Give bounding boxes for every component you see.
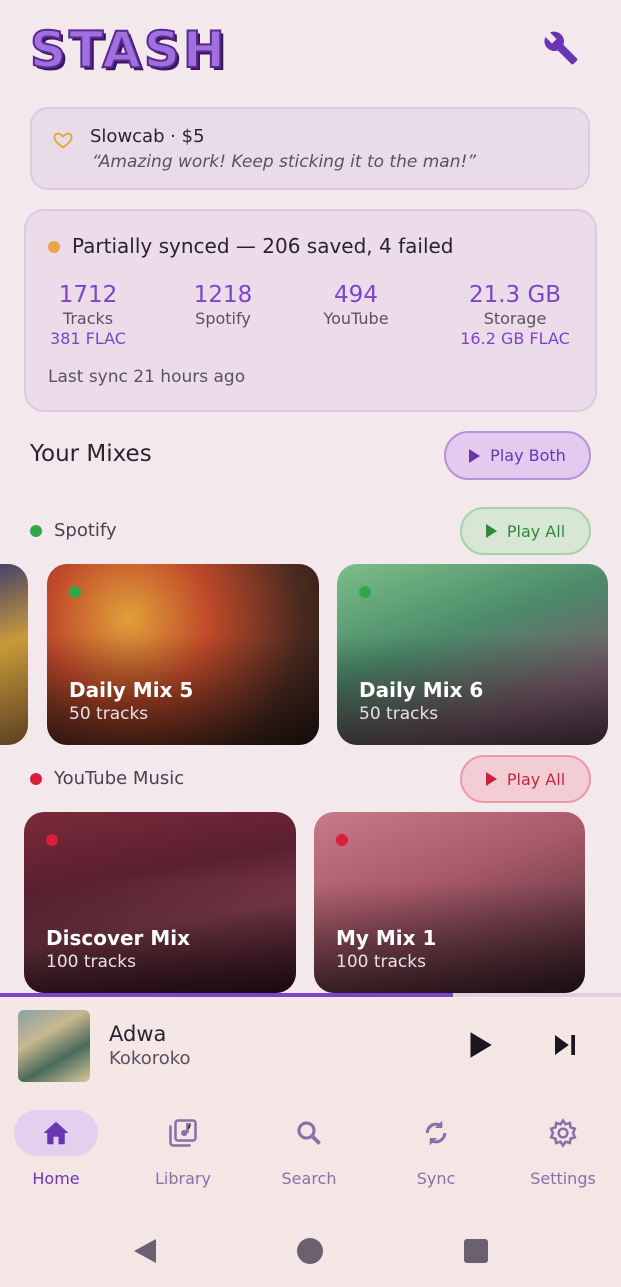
search-icon [297, 1121, 321, 1145]
mix-card-my-mix-1[interactable]: My Mix 1 100 tracks [314, 812, 585, 993]
stat-sub: 381 FLAC [50, 329, 126, 348]
stat-youtube: 494 YouTube [306, 281, 406, 329]
gear-icon [549, 1118, 577, 1148]
stat-sub: 16.2 GB FLAC [460, 329, 570, 348]
spotify-play-all-button[interactable]: Play All [460, 507, 591, 555]
stat-label: Spotify [195, 309, 251, 328]
nav-item-home[interactable]: Home [1, 1110, 111, 1190]
skip-next-icon [555, 1035, 575, 1055]
spotify-dot [359, 586, 371, 598]
nav-item-sync[interactable]: Sync [381, 1110, 491, 1190]
spotify-section-label: Spotify [54, 520, 117, 541]
play-icon [485, 524, 497, 538]
nav-label: Home [32, 1169, 80, 1188]
donor-message: “Amazing work! Keep sticking it to the m… [92, 152, 477, 172]
sync-status-text: Partially synced — 206 saved, 4 failed [72, 234, 454, 258]
stat-value: 1218 [193, 282, 253, 308]
now-playing-title: Adwa [109, 1022, 167, 1046]
nav-label: Sync [416, 1169, 456, 1188]
now-playing-artist: Kokoroko [109, 1048, 191, 1069]
stat-tracks: 1712 Tracks 381 FLAC [38, 281, 138, 349]
mix-title: Discover Mix [46, 926, 191, 950]
stat-value: 494 [334, 282, 378, 308]
nav-item-library[interactable]: Library [128, 1110, 238, 1190]
stat-spotify: 1218 Spotify [173, 281, 273, 329]
last-sync-text: Last sync 21 hours ago [48, 367, 246, 387]
nav-label: Library [155, 1169, 211, 1188]
play-icon [485, 772, 497, 786]
nav-item-search[interactable]: Search [254, 1110, 364, 1190]
nav-label: Search [281, 1169, 337, 1188]
play-both-button[interactable]: Play Both [444, 431, 591, 480]
youtube-dot [30, 773, 42, 785]
stat-value: 21.3 GB [468, 282, 562, 308]
play-icon [469, 448, 481, 463]
stat-value: 1712 [58, 282, 118, 308]
play-all-label: Play All [506, 521, 566, 541]
youtube-dot [336, 834, 348, 846]
library-icon [169, 1119, 197, 1147]
sync-status-dot [48, 241, 60, 253]
spotify-dot [69, 586, 81, 598]
back-icon[interactable] [132, 1237, 158, 1265]
mix-card-discover-mix[interactable]: Discover Mix 100 tracks [24, 812, 296, 993]
mix-title: Daily Mix 6 [359, 678, 484, 702]
mix-card-daily-mix-6[interactable]: Daily Mix 6 50 tracks [337, 564, 608, 745]
section-title: Your Mixes [30, 441, 152, 467]
youtube-play-all-button[interactable]: Play All [460, 755, 591, 803]
play-all-label: Play All [506, 769, 566, 789]
app-logo: STASH [29, 21, 228, 79]
mix-title: My Mix 1 [336, 926, 437, 950]
album-art [18, 1010, 90, 1082]
play-icon [470, 1032, 492, 1058]
play-button[interactable] [462, 1026, 496, 1064]
stat-storage: 21.3 GB Storage 16.2 GB FLAC [450, 281, 580, 349]
mix-card-daily-mix-5[interactable]: Daily Mix 5 50 tracks [47, 564, 319, 745]
sync-icon [425, 1120, 447, 1146]
youtube-dot [46, 834, 58, 846]
play-both-label: Play Both [490, 446, 566, 465]
mix-track-count: 50 tracks [69, 704, 149, 724]
wrench-icon[interactable] [543, 30, 579, 66]
home-icon [43, 1121, 69, 1145]
mix-track-count: 100 tracks [336, 952, 426, 972]
mix-card-partial[interactable] [0, 564, 28, 745]
stat-label: Tracks [62, 309, 114, 328]
heart-icon [52, 129, 74, 151]
mix-track-count: 100 tracks [46, 952, 136, 972]
donor-name: Slowcab · $5 [90, 126, 205, 147]
recents-icon[interactable] [464, 1239, 488, 1263]
home-system-icon[interactable] [297, 1238, 323, 1264]
mix-title: Daily Mix 5 [69, 678, 194, 702]
stat-label: YouTube [323, 309, 389, 328]
spotify-dot [30, 525, 42, 537]
nav-label: Settings [530, 1169, 596, 1188]
skip-next-button[interactable] [550, 1030, 580, 1060]
nav-item-settings[interactable]: Settings [508, 1110, 618, 1190]
youtube-section-label: YouTube Music [54, 768, 185, 789]
donation-card [30, 107, 590, 190]
mini-player[interactable] [0, 997, 621, 1093]
mix-track-count: 50 tracks [359, 704, 439, 724]
stat-label: Storage [483, 309, 547, 328]
